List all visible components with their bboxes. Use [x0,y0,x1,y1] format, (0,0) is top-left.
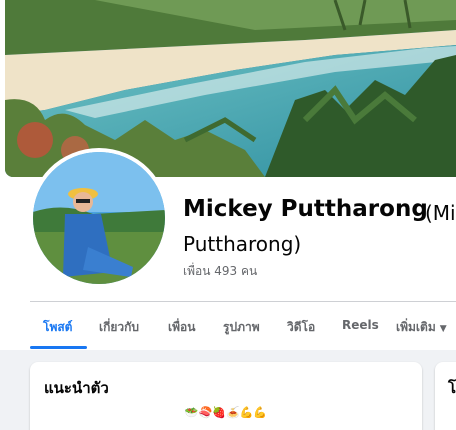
intro-card: แนะนำตัว 🥗🍣🍓🍝💪💪 [30,362,422,430]
alternate-name-start: (Mi [425,201,456,225]
active-tab-indicator [30,346,87,349]
intro-title: แนะนำตัว [44,379,109,397]
avatar[interactable] [33,152,165,284]
tab-about[interactable]: เกี่ยวกับ [99,318,139,337]
alternate-name-end: Puttharong) [183,232,302,256]
friends-count-link[interactable]: เพื่อน 493 คน [183,262,257,281]
chevron-down-icon: ▼ [439,324,447,334]
right-card: โ [435,362,456,430]
intro-bio: 🥗🍣🍓🍝💪💪 [184,406,268,419]
cover-photo[interactable] [5,0,456,177]
tab-photos[interactable]: รูปภาพ [223,318,260,337]
tab-posts[interactable]: โพสต์ [43,318,72,337]
tab-more[interactable]: เพิ่มเติม ▼ [396,318,447,337]
tab-videos[interactable]: วิดีโอ [287,318,315,337]
profile-page: Mickey Puttharong (Mi Puttharong) เพื่อน… [0,0,456,430]
profile-name: Mickey Puttharong [183,196,428,222]
tab-friends[interactable]: เพื่อน [168,318,195,337]
tab-reels[interactable]: Reels [342,318,379,332]
header-divider [30,301,456,302]
tab-more-label: เพิ่มเติม [396,320,436,334]
right-card-title: โ [448,379,456,397]
